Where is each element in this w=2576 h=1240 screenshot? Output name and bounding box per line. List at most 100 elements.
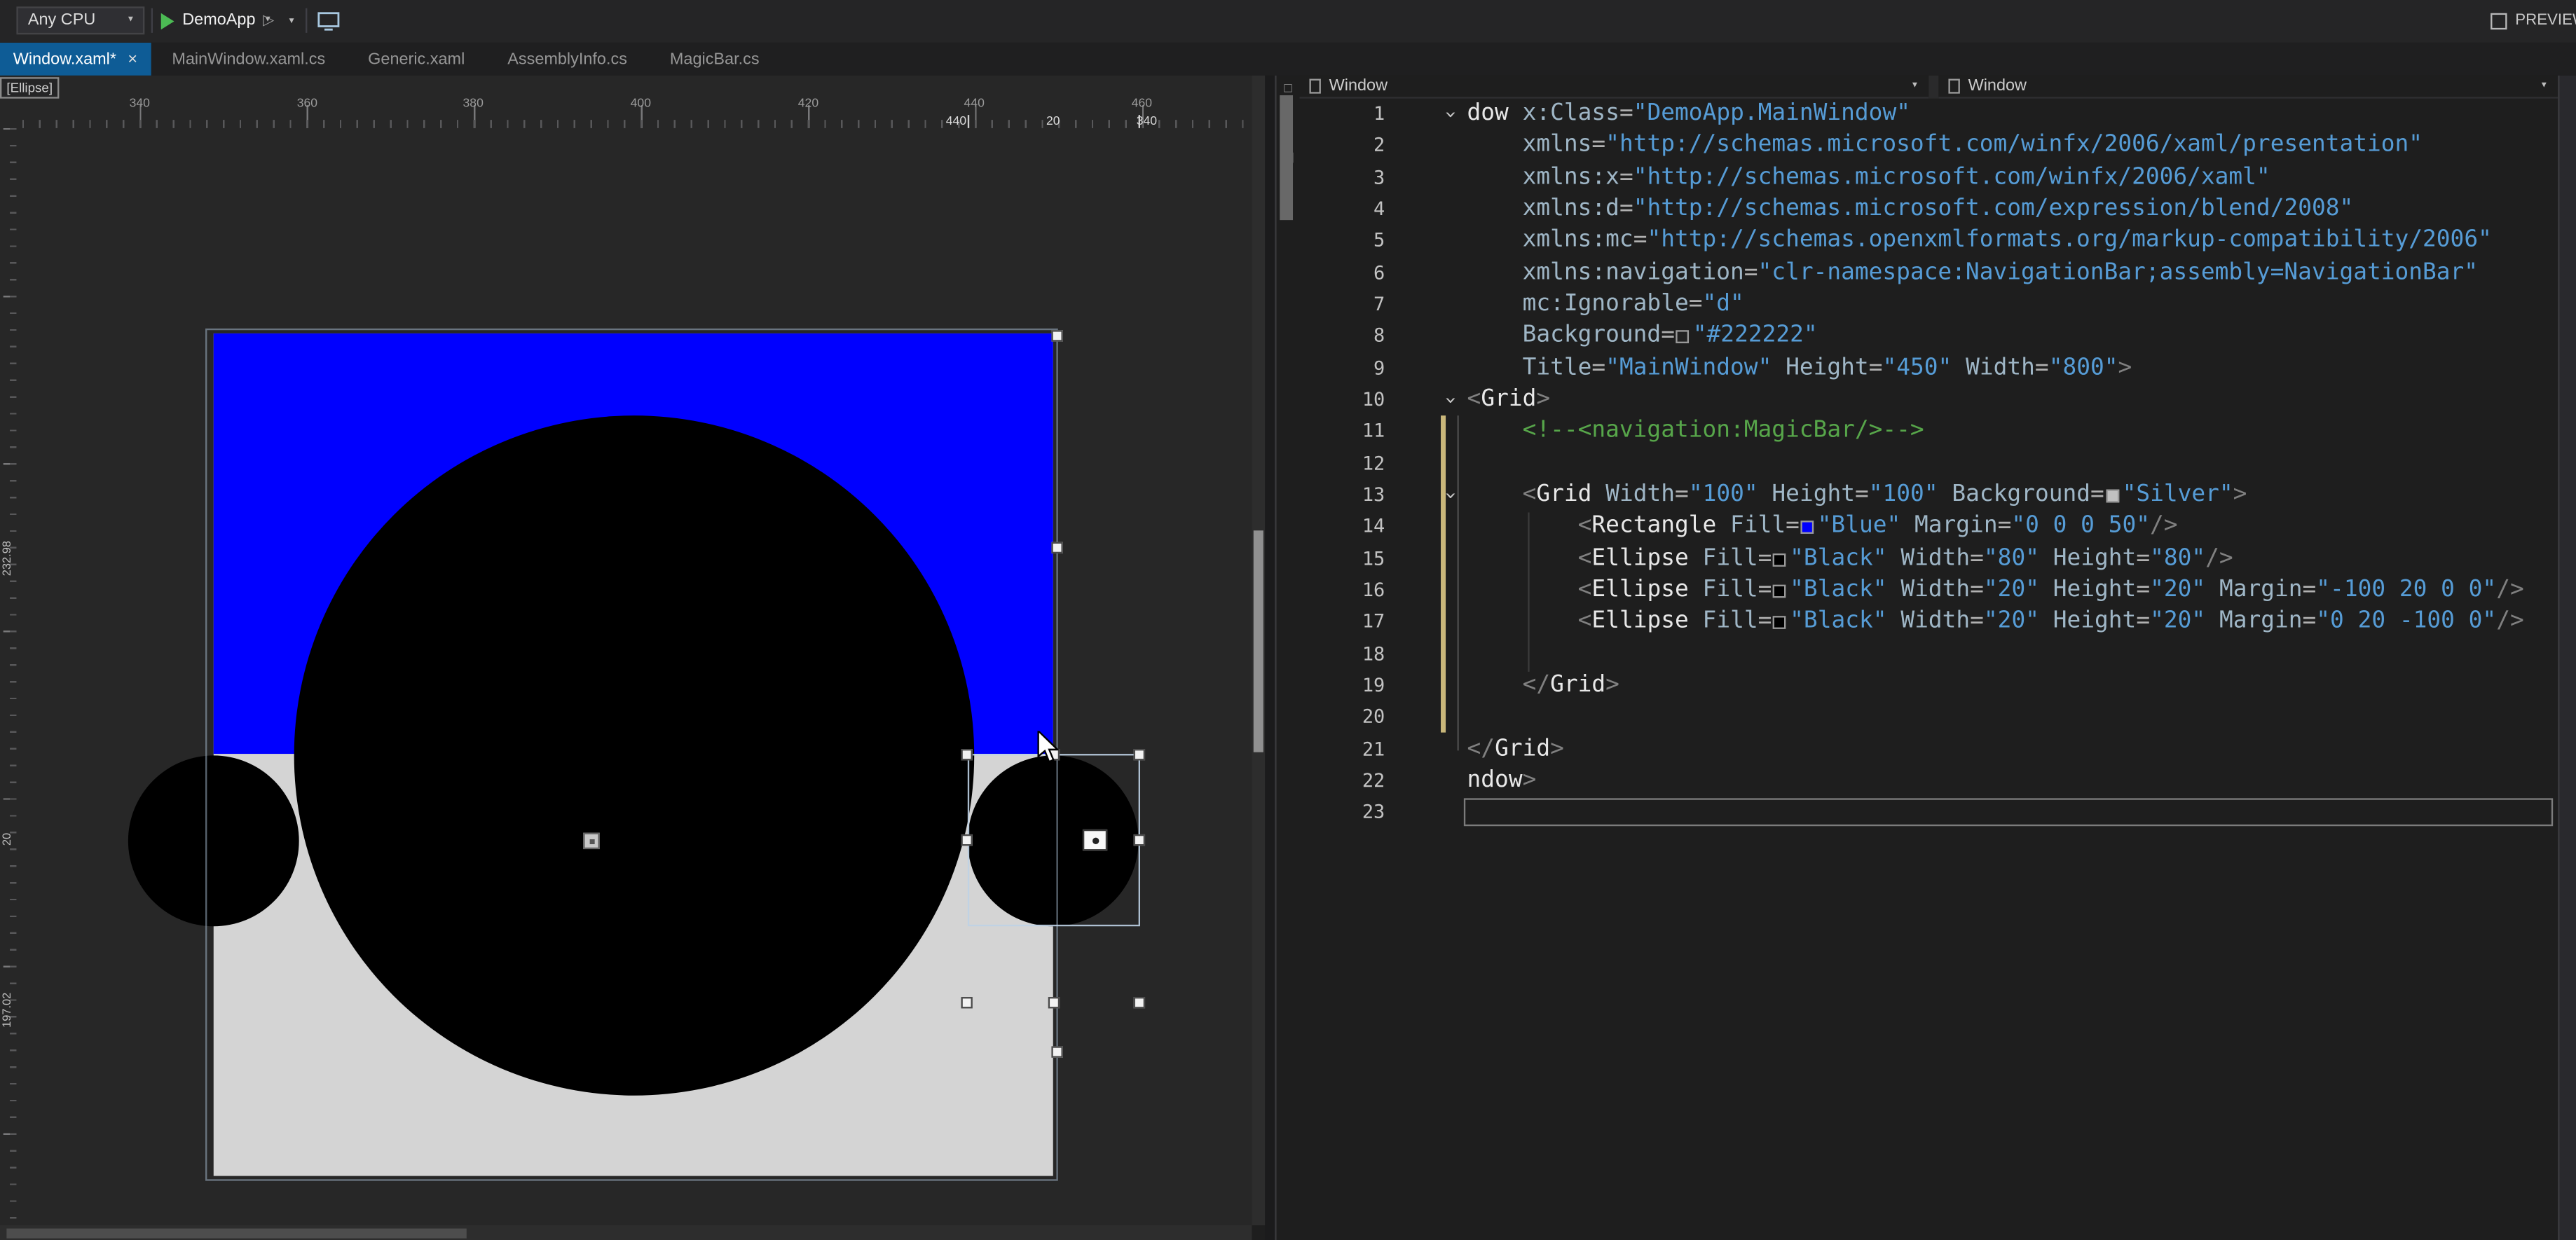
fold-margin[interactable]: › bbox=[1404, 384, 1467, 415]
fold-margin bbox=[1404, 130, 1467, 162]
document-tab[interactable]: AssemblyInfo.cs bbox=[486, 43, 649, 76]
selection-ruler-label: 20 bbox=[1046, 113, 1060, 128]
document-icon bbox=[1948, 78, 1960, 94]
collapse-chevron-icon[interactable]: › bbox=[1434, 109, 1466, 120]
fold-margin bbox=[1404, 321, 1467, 352]
code-line[interactable]: 2 xmlns="http://schemas.microsoft.com/wi… bbox=[1299, 130, 2558, 162]
edge-handle[interactable] bbox=[1050, 541, 1062, 553]
toolbar-separator bbox=[306, 8, 308, 33]
selection-handle[interactable] bbox=[961, 996, 973, 1008]
document-tab[interactable]: MainWindow.xaml.cs bbox=[151, 43, 347, 76]
code-line[interactable]: 3 xmlns:x="http://schemas.microsoft.com/… bbox=[1299, 162, 2558, 193]
selection-ruler-label: 20 bbox=[2, 832, 14, 846]
code-line[interactable]: 13 › <Grid Width="100" Height="100" Backg… bbox=[1299, 479, 2558, 511]
color-swatch[interactable] bbox=[1676, 330, 1690, 344]
color-swatch[interactable] bbox=[1801, 521, 1814, 535]
code-line[interactable]: 22 ndow> bbox=[1299, 765, 2558, 797]
document-tab[interactable]: MagicBar.cs bbox=[648, 43, 781, 76]
designer-vertical-scrollbar-thumb[interactable] bbox=[1253, 530, 1263, 752]
solution-platform-dropdown[interactable]: Any CPU ▼ bbox=[16, 6, 145, 35]
line-number: 5 bbox=[1373, 228, 1385, 252]
code-line[interactable]: 19 </Grid> bbox=[1299, 670, 2558, 701]
code-line[interactable]: 17 <Ellipse Fill= "Black" Width="20" Heig… bbox=[1299, 607, 2558, 638]
code-line[interactable]: 15 <Ellipse Fill= "Black" Width="80" Heig… bbox=[1299, 543, 2558, 574]
ruler-label: 420 bbox=[797, 95, 819, 111]
line-number: 23 bbox=[1362, 800, 1385, 824]
code-line[interactable]: 14 <Rectangle Fill= "Blue" Margin="0 0 0 … bbox=[1299, 511, 2558, 543]
code-text: <Grid> bbox=[1467, 385, 1551, 413]
line-number: 2 bbox=[1373, 133, 1385, 157]
edge-handle[interactable] bbox=[1050, 329, 1062, 341]
code-line[interactable]: 21 </Grid> bbox=[1299, 733, 2558, 765]
chevron-down-icon[interactable]: ▼ bbox=[1911, 81, 1919, 90]
code-line[interactable]: 18 bbox=[1299, 638, 2558, 670]
device-preview-icon[interactable] bbox=[317, 11, 340, 36]
code-line[interactable]: 11 <!--<navigation:MagicBar/>--> bbox=[1299, 416, 2558, 448]
line-number: 22 bbox=[1362, 768, 1385, 792]
pane-splitter[interactable] bbox=[1265, 75, 1275, 1240]
color-swatch[interactable] bbox=[1773, 584, 1787, 598]
designer-horizontal-scrollbar-thumb[interactable] bbox=[6, 1227, 467, 1238]
selection-handle[interactable] bbox=[1133, 996, 1146, 1008]
code-lines[interactable]: 1 › dow x:Class="DemoApp.MainWindow" 2 xmln… bbox=[1299, 99, 2558, 829]
preview-badge: PREVIEW bbox=[2491, 11, 2576, 29]
selection-handle[interactable] bbox=[961, 748, 973, 760]
editor-pane-header-left[interactable]: Window ▼ bbox=[1299, 75, 1929, 99]
chevron-down-icon[interactable]: ▼ bbox=[2540, 81, 2549, 90]
code-line[interactable]: 1 › dow x:Class="DemoApp.MainWindow" bbox=[1299, 99, 2558, 130]
preview-label: PREVIEW bbox=[2515, 11, 2576, 30]
code-line[interactable]: 8 Background= "#222222" bbox=[1299, 321, 2558, 352]
color-swatch[interactable] bbox=[1773, 616, 1787, 630]
code-text: xmlns:navigation="clr-namespace:Navigati… bbox=[1522, 259, 2479, 286]
selection-handle[interactable] bbox=[1047, 996, 1059, 1008]
code-line[interactable]: 16 <Ellipse Fill= "Black" Width="20" Heig… bbox=[1299, 574, 2558, 606]
color-swatch[interactable] bbox=[2106, 489, 2119, 503]
run-button[interactable]: DemoApp ▼ bbox=[160, 6, 272, 34]
code-line[interactable]: 23 bbox=[1299, 797, 2558, 829]
document-tab[interactable]: Generic.xaml bbox=[347, 43, 486, 76]
run-label: DemoApp bbox=[182, 11, 256, 30]
xaml-editor[interactable]: □↕▤↔ Window ▼ Window ▼ + 1›dow x:Class="… bbox=[1275, 75, 2576, 1240]
code-line[interactable]: 9 Title="MainWindow" Height="450" Width=… bbox=[1299, 352, 2558, 384]
editor-scrollbar[interactable] bbox=[2558, 75, 2576, 1240]
selection-handle[interactable] bbox=[961, 834, 973, 846]
element-dropdown-label: Window bbox=[1329, 77, 1388, 95]
color-swatch[interactable] bbox=[1773, 553, 1787, 566]
margin-adorner[interactable] bbox=[1082, 829, 1108, 851]
fold-margin[interactable]: › bbox=[1404, 479, 1467, 511]
collapse-chevron-icon[interactable]: › bbox=[1434, 490, 1466, 502]
editor-pane-header-right[interactable]: Window ▼ bbox=[1938, 75, 2558, 99]
selection-handle[interactable] bbox=[1133, 834, 1146, 846]
selection-ruler-label: 440 bbox=[945, 113, 967, 128]
code-line[interactable]: 4 xmlns:d="http://schemas.microsoft.com/… bbox=[1299, 194, 2558, 226]
code-text: <!--<navigation:MagicBar/>--> bbox=[1522, 418, 1924, 444]
platform-label: Any CPU bbox=[27, 11, 96, 30]
document-tab[interactable]: Window.xaml* × bbox=[0, 42, 151, 76]
selection-handle[interactable] bbox=[1133, 748, 1146, 760]
attach-play-outline-icon[interactable]: ▷ bbox=[263, 11, 274, 29]
code-line[interactable]: 10 › <Grid> bbox=[1299, 384, 2558, 415]
code-line[interactable]: 6 xmlns:navigation="clr-namespace:Naviga… bbox=[1299, 257, 2558, 289]
mouse-cursor-icon bbox=[1037, 731, 1060, 763]
chevron-down-icon[interactable]: ▼ bbox=[287, 18, 296, 27]
collapse-chevron-icon[interactable]: › bbox=[1434, 394, 1466, 406]
code-line[interactable]: 7 mc:Ignorable="d" bbox=[1299, 289, 2558, 321]
anchor-adorner[interactable] bbox=[583, 832, 600, 850]
document-tabs: Window.xaml* × MainWindow.xaml.cs Generic.x… bbox=[0, 42, 2576, 76]
header-divider bbox=[1928, 75, 1939, 99]
tab-label: MagicBar.cs bbox=[669, 50, 760, 69]
editor-scrollbar-thumb[interactable] bbox=[1280, 95, 1294, 221]
tab-close-icon[interactable]: × bbox=[128, 50, 137, 69]
main-toolbar: Any CPU ▼ DemoApp ▼ ▷ ▼ PREVIEW bbox=[0, 0, 2576, 43]
code-text: Title="MainWindow" Height="450" Width="8… bbox=[1522, 354, 2132, 381]
toolbar-separator bbox=[151, 8, 153, 33]
edge-handle[interactable] bbox=[1050, 1045, 1062, 1057]
line-number: 14 bbox=[1362, 514, 1385, 538]
fold-margin[interactable]: › bbox=[1404, 99, 1467, 130]
fold-margin bbox=[1404, 162, 1467, 193]
xaml-designer[interactable]: 340 360 380 400 420 440 460 440 20 340 232.98 20 19… bbox=[0, 75, 1252, 1240]
code-line[interactable]: 5 xmlns:mc="http://schemas.openxmlformat… bbox=[1299, 226, 2558, 257]
code-line[interactable]: 12 bbox=[1299, 448, 2558, 479]
code-line[interactable]: 20 bbox=[1299, 702, 2558, 733]
line-number: 6 bbox=[1373, 260, 1385, 284]
